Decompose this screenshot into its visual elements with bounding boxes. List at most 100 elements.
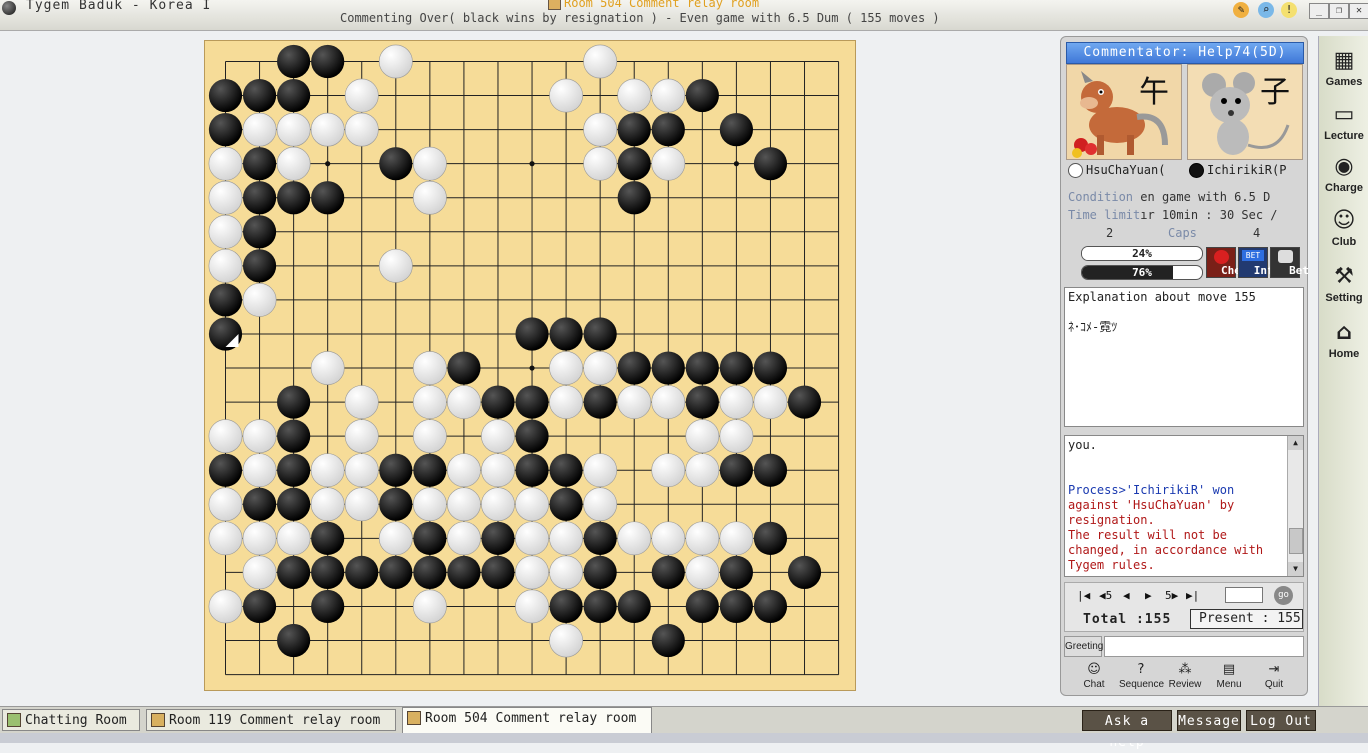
restore-button[interactable]: ❐: [1329, 3, 1349, 19]
white-stone: [412, 180, 447, 215]
black-stone: [277, 44, 311, 79]
greeting-input[interactable]: [1104, 636, 1304, 657]
sidebar-home[interactable]: ⌂ Home: [1321, 318, 1367, 366]
white-stone: [310, 453, 345, 488]
chat-button[interactable]: ☺ Chat: [1075, 662, 1113, 694]
sidebar-charge-label: Charge: [1325, 182, 1363, 194]
tab-room-119-label: Room 119 Comment relay room: [169, 713, 381, 728]
back-button[interactable]: ◀: [1123, 589, 1130, 602]
white-stone: [719, 521, 754, 556]
game-status: Commenting Over( black wins by resignati…: [340, 11, 940, 25]
white-stone: [276, 146, 311, 181]
white-stone: [753, 385, 788, 420]
forward-5-button[interactable]: 5▶: [1165, 589, 1178, 602]
black-stone: [651, 555, 685, 590]
black-stone: [583, 385, 617, 419]
black-captures: 4: [1253, 226, 1261, 240]
tab-room-119[interactable]: Room 119 Comment relay room: [146, 709, 396, 731]
black-win-rate-bar: 76%: [1081, 265, 1203, 280]
white-stone: [447, 385, 481, 420]
sidebar-charge[interactable]: ◉ Charge: [1321, 152, 1367, 200]
white-stone: [208, 146, 243, 181]
black-stone: [208, 78, 243, 113]
cheer-button[interactable]: Cheer: [1206, 247, 1254, 278]
home-tab-icon: [7, 713, 21, 727]
sidebar-setting-label: Setting: [1325, 292, 1363, 304]
bet-label: Bet: [1289, 264, 1309, 277]
tab-room-504[interactable]: Room 504 Comment relay room: [402, 707, 652, 733]
bet-button[interactable]: Bet: [1270, 247, 1309, 278]
black-stone: [242, 147, 277, 181]
present-move: Present : 155: [1190, 609, 1303, 629]
sidebar-lecture[interactable]: ▭ Lecture: [1321, 100, 1367, 148]
scroll-down-icon[interactable]: ▼: [1288, 562, 1303, 576]
black-stone: [379, 487, 413, 521]
sidebar-setting[interactable]: ⚒ Setting: [1321, 262, 1367, 310]
title-bar: Tygem Baduk - Korea I Room 504 Comment r…: [0, 0, 1368, 31]
menu-icon: ▤: [1222, 662, 1236, 677]
sidebar-club[interactable]: ☺ Club: [1321, 206, 1367, 254]
black-stone: [277, 623, 311, 658]
white-stone: [208, 419, 243, 454]
white-stone: [412, 589, 447, 624]
black-stone: [481, 385, 515, 419]
black-stone: [311, 555, 345, 590]
white-stone: [242, 112, 277, 147]
black-stone: [719, 453, 754, 487]
white-stone: [685, 419, 720, 454]
review-button[interactable]: ⁂ Review: [1166, 662, 1204, 694]
black-stone: [617, 181, 651, 215]
white-stone: [412, 487, 447, 522]
black-stone: [515, 453, 549, 487]
message-button[interactable]: Message: [1177, 710, 1241, 731]
hint-bulb-icon[interactable]: !: [1281, 2, 1297, 18]
white-stone: [583, 351, 618, 385]
go-button[interactable]: go: [1274, 586, 1293, 605]
logout-button[interactable]: Log Out: [1246, 710, 1316, 731]
sidebar-games[interactable]: ▦ Games: [1321, 46, 1367, 94]
scroll-up-icon[interactable]: ▲: [1288, 436, 1303, 450]
move-number-input[interactable]: [1225, 587, 1263, 603]
white-stone: [378, 248, 413, 283]
bet-badge: BET: [1242, 250, 1264, 261]
back-5-button[interactable]: ◀5: [1099, 589, 1112, 602]
white-stone: [412, 385, 447, 420]
go-board[interactable]: [204, 40, 856, 691]
black-stone: [617, 589, 651, 624]
white-stone: [583, 112, 618, 147]
chat-scrollbar[interactable]: ▲ ▼: [1287, 436, 1303, 576]
first-move-button[interactable]: |◀: [1077, 589, 1090, 602]
paint-icon[interactable]: ✎: [1233, 2, 1249, 18]
white-stone: [412, 351, 447, 385]
close-button[interactable]: ✕: [1349, 3, 1368, 19]
sidebar-lecture-label: Lecture: [1324, 130, 1364, 142]
white-player-name[interactable]: HsuChaYuan(: [1068, 163, 1184, 181]
explanation-title: Explanation about move 155: [1068, 290, 1256, 304]
quit-button[interactable]: ⇥ Quit: [1255, 662, 1293, 694]
board-grid[interactable]: [205, 41, 857, 692]
white-win-text: 24%: [1132, 247, 1152, 260]
chat-log[interactable]: you. Process>'IchirikiR' won against 'Hsu…: [1064, 435, 1304, 577]
os-taskbar: [0, 733, 1368, 743]
black-stone: [208, 113, 243, 147]
explanation-body: ﾈ･ｺﾒ-霓ﾂ: [1068, 320, 1118, 334]
white-stone: [481, 453, 515, 488]
search-icon[interactable]: ⌕: [1258, 2, 1274, 18]
tab-chatting-room[interactable]: Chatting Room: [2, 709, 140, 731]
last-move-button[interactable]: ▶|: [1186, 589, 1199, 602]
white-stone: [515, 589, 549, 624]
forward-button[interactable]: ▶: [1145, 589, 1152, 602]
white-player-label: HsuChaYuan(: [1086, 163, 1166, 177]
black-stone: [549, 487, 583, 521]
minimize-button[interactable]: _: [1309, 3, 1329, 19]
white-stone: [685, 453, 720, 488]
chat-line: resignation.: [1068, 513, 1155, 527]
ask-help-button[interactable]: Ask a help: [1082, 710, 1172, 750]
bet-info-button[interactable]: BET Info: [1238, 247, 1280, 278]
menu-button[interactable]: ▤ Menu: [1210, 662, 1248, 694]
sequence-button[interactable]: ? Sequence: [1119, 662, 1164, 694]
black-player-name[interactable]: IchirikiR(P: [1189, 163, 1303, 181]
greeting-label[interactable]: Greeting: [1064, 636, 1103, 657]
room-tab-bar: Chatting Room Room 119 Comment relay roo…: [0, 706, 1368, 750]
scroll-thumb[interactable]: [1289, 528, 1303, 554]
